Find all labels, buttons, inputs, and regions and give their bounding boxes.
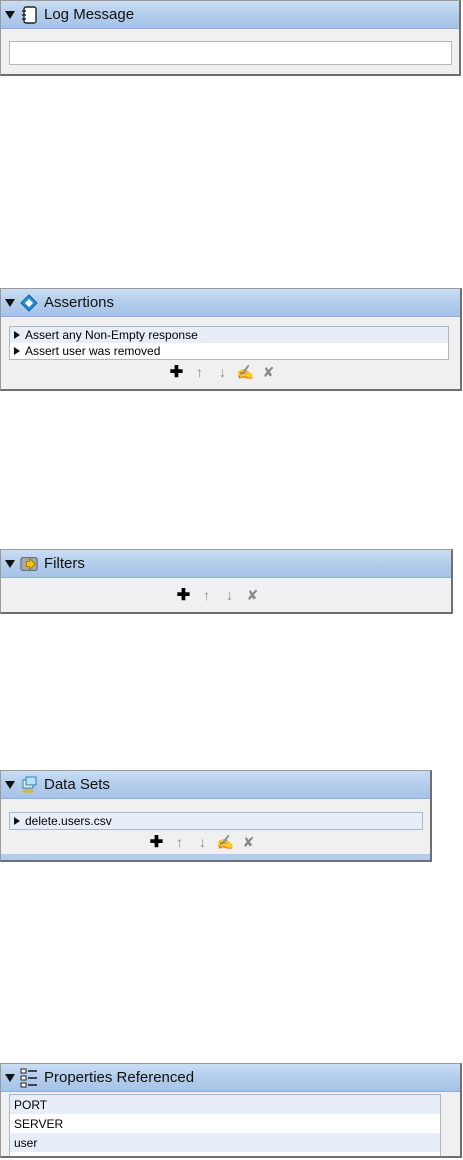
filters-header[interactable]: Filters	[1, 550, 451, 578]
properties-header[interactable]: Properties Referenced	[1, 1064, 460, 1092]
panel-title: Filters	[44, 555, 85, 572]
collapse-triangle-icon[interactable]	[5, 298, 15, 307]
properties-referenced-panel: Properties Referenced PORT SERVER user	[0, 1063, 462, 1158]
move-down-icon[interactable]: ↓	[191, 834, 214, 850]
filters-panel: Filters ✚ ↑ ↓ ✘	[0, 549, 453, 614]
delete-icon[interactable]: ✘	[257, 364, 280, 380]
panel-title: Data Sets	[44, 776, 110, 793]
list-item-label: Assert user was removed	[25, 344, 161, 358]
filter-arrow-icon	[20, 555, 38, 573]
panel-title: Assertions	[44, 294, 115, 311]
data-sets-list: delete.users.csv	[9, 812, 423, 830]
list-item[interactable]: Assert user was removed	[10, 343, 448, 359]
list-item-label: SERVER	[14, 1116, 64, 1131]
list-item-label: delete.users.csv	[25, 814, 112, 828]
move-up-icon[interactable]: ↑	[168, 834, 191, 850]
log-message-header[interactable]: Log Message	[1, 1, 459, 29]
delete-icon[interactable]: ✘	[237, 834, 260, 850]
panel-title: Log Message	[44, 6, 135, 23]
assertions-panel: Assertions Assert any Non-Empty response…	[0, 288, 462, 391]
expand-triangle-icon[interactable]	[14, 347, 20, 355]
list-item-label: PORT	[14, 1097, 48, 1112]
properties-list-icon	[20, 1068, 38, 1087]
assertions-toolbar: ✚ ↑ ↓ ✍ ✘	[165, 364, 280, 382]
log-message-input[interactable]	[9, 41, 452, 65]
list-item[interactable]: PORT	[10, 1095, 440, 1114]
edit-icon[interactable]: ✍	[214, 834, 237, 850]
diamond-assertion-icon	[20, 293, 38, 312]
expand-triangle-icon[interactable]	[14, 331, 20, 339]
panel-title: Properties Referenced	[44, 1069, 195, 1086]
delete-icon[interactable]: ✘	[241, 587, 264, 603]
list-item-label: Assert any Non-Empty response	[25, 328, 198, 342]
properties-list: PORT SERVER user	[9, 1094, 441, 1152]
data-sets-icon	[20, 776, 38, 794]
notebook-icon	[20, 5, 38, 24]
log-message-panel: Log Message	[0, 0, 461, 76]
list-item-label: user	[14, 1135, 38, 1150]
list-item[interactable]: Assert any Non-Empty response	[10, 327, 448, 343]
collapse-triangle-icon[interactable]	[5, 10, 15, 19]
move-down-icon[interactable]: ↓	[218, 587, 241, 603]
filters-toolbar: ✚ ↑ ↓ ✘	[172, 587, 264, 605]
list-item[interactable]: SERVER	[10, 1114, 440, 1133]
move-up-icon[interactable]: ↑	[195, 587, 218, 603]
expand-triangle-icon[interactable]	[14, 817, 20, 825]
add-icon[interactable]: ✚	[165, 364, 188, 381]
panel-bottom-strip	[1, 854, 430, 860]
list-item[interactable]: delete.users.csv	[10, 813, 422, 829]
data-sets-panel: Data Sets delete.users.csv ✚ ↑ ↓ ✍ ✘	[0, 770, 432, 862]
add-icon[interactable]: ✚	[172, 587, 195, 604]
collapse-triangle-icon[interactable]	[5, 1073, 15, 1082]
assertions-header[interactable]: Assertions	[1, 289, 460, 317]
edit-icon[interactable]: ✍	[234, 364, 257, 380]
collapse-triangle-icon[interactable]	[5, 559, 15, 568]
data-sets-toolbar: ✚ ↑ ↓ ✍ ✘	[145, 834, 260, 852]
list-item[interactable]: user	[10, 1133, 440, 1152]
move-up-icon[interactable]: ↑	[188, 364, 211, 380]
collapse-triangle-icon[interactable]	[5, 780, 15, 789]
move-down-icon[interactable]: ↓	[211, 364, 234, 380]
assertions-list: Assert any Non-Empty response Assert use…	[9, 326, 449, 360]
data-sets-header[interactable]: Data Sets	[1, 771, 430, 799]
add-icon[interactable]: ✚	[145, 834, 168, 851]
